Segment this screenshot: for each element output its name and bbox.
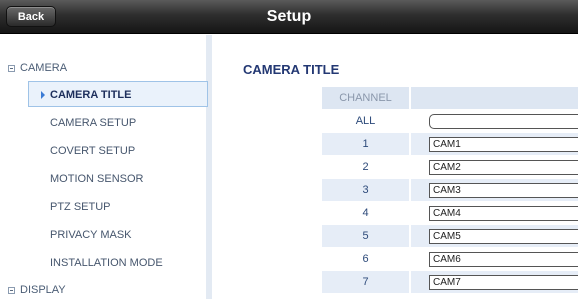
title-cell [411, 202, 578, 224]
table-row: 4 [322, 202, 578, 224]
collapse-icon [8, 64, 15, 72]
table-row: 1 [322, 133, 578, 155]
title-cell [411, 133, 578, 155]
column-header-title [411, 87, 578, 109]
title-cell [411, 110, 578, 132]
sidebar-group-camera[interactable]: CAMERA [8, 62, 67, 74]
camera-title-input-1[interactable] [429, 137, 578, 152]
sidebar-item-ptz-setup[interactable]: PTZ SETUP [0, 194, 180, 220]
table-row: 3 [322, 179, 578, 201]
camera-title-input-3[interactable] [429, 183, 578, 198]
camera-title-input-all[interactable] [429, 114, 578, 129]
table-row: 6 [322, 248, 578, 270]
channel-label: 7 [322, 271, 409, 293]
camera-title-input-5[interactable] [429, 229, 578, 244]
table-row: 5 [322, 225, 578, 247]
sidebar-group-label: DISPLAY [20, 284, 66, 296]
collapse-icon [8, 286, 15, 294]
selected-arrow-icon [41, 91, 45, 99]
table-row: ALL [322, 110, 578, 132]
title-cell [411, 271, 578, 293]
table-row: 2 [322, 156, 578, 178]
sidebar-item-camera-setup[interactable]: CAMERA SETUP [0, 110, 180, 136]
sidebar-item-label: PRIVACY MASK [50, 229, 132, 241]
table-row: 7 [322, 271, 578, 293]
column-header-channel: CHANNEL [322, 87, 409, 109]
camera-title-input-4[interactable] [429, 206, 578, 221]
sidebar-item-motion-sensor[interactable]: MOTION SENSOR [0, 166, 180, 192]
camera-title-input-2[interactable] [429, 160, 578, 175]
table-header-row: CHANNEL [322, 87, 578, 109]
sidebar-item-covert-setup[interactable]: COVERT SETUP [0, 138, 180, 164]
title-cell [411, 225, 578, 247]
title-cell [411, 248, 578, 270]
sidebar-item-label: MOTION SENSOR [50, 173, 144, 185]
sidebar-item-label: INSTALLATION MODE [50, 257, 163, 269]
section-title: CAMERA TITLE [243, 62, 340, 77]
sidebar-item-privacy-mask[interactable]: PRIVACY MASK [0, 222, 180, 248]
sidebar-item-label: PTZ SETUP [50, 201, 111, 213]
title-cell [411, 156, 578, 178]
camera-title-input-7[interactable] [429, 275, 578, 290]
top-bar: Back Setup [0, 0, 578, 34]
sidebar-item-installation-mode[interactable]: INSTALLATION MODE [0, 250, 180, 276]
back-button[interactable]: Back [6, 6, 56, 27]
sidebar-group-display[interactable]: DISPLAY [8, 284, 66, 296]
main-panel: CAMERA TITLE CHANNEL ALL 1 2 3 [218, 35, 578, 299]
sidebar-item-label: CAMERA TITLE [50, 89, 132, 101]
sidebar: CAMERA CAMERA TITLE CAMERA SETUP COVERT … [0, 35, 212, 299]
channel-label: 5 [322, 225, 409, 247]
sidebar-item-label: COVERT SETUP [50, 145, 136, 157]
channel-label: 3 [322, 179, 409, 201]
title-cell [411, 179, 578, 201]
channel-label: 1 [322, 133, 409, 155]
page-title: Setup [266, 8, 312, 25]
channel-label: 6 [362, 253, 369, 265]
sidebar-item-label: CAMERA SETUP [50, 117, 137, 129]
camera-title-input-6[interactable] [429, 252, 578, 267]
channel-label: ALL [355, 115, 376, 127]
channel-label: 4 [362, 207, 369, 219]
sidebar-group-label: CAMERA [20, 62, 68, 74]
channel-label: 2 [362, 161, 369, 173]
sidebar-item-camera-title[interactable]: CAMERA TITLE [28, 81, 208, 107]
